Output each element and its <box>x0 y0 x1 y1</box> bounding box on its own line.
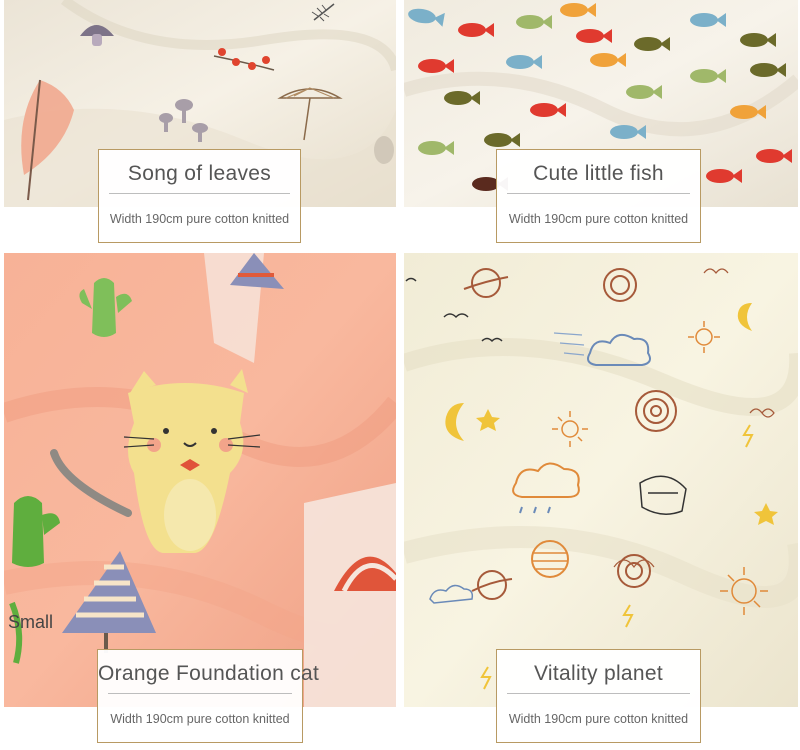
divider <box>108 693 292 694</box>
caption-card-cute-little-fish: Cute little fish Width 190cm pure cotton… <box>496 149 701 243</box>
size-label-small: Small <box>8 612 54 632</box>
divider <box>507 693 690 694</box>
fabric-spec: Width 190cm pure cotton knitted <box>110 712 290 726</box>
fabric-spec: Width 190cm pure cotton knitted <box>508 712 689 726</box>
cat-fabric-image <box>4 253 396 707</box>
caption-card-song-of-leaves: Song of leaves Width 190cm pure cotton k… <box>98 149 301 243</box>
caption-card-orange-cat: Orange Foundation cat Width 190cm pure c… <box>97 649 320 743</box>
fabric-swatch-vitality-planet <box>404 253 798 707</box>
divider <box>109 193 290 194</box>
fabric-title: Orange Foundation cat <box>98 662 320 685</box>
caption-card-vitality-planet: Vitality planet Width 190cm pure cotton … <box>496 649 701 743</box>
fabric-title: Cute little fish <box>533 162 664 185</box>
fabric-title: Vitality planet <box>533 662 664 685</box>
fabric-spec: Width 190cm pure cotton knitted <box>109 212 290 226</box>
fabric-title: Song of leaves <box>127 162 272 185</box>
divider <box>507 193 690 194</box>
planet-fabric-image <box>404 253 798 707</box>
fabric-spec: Width 190cm pure cotton knitted <box>508 212 689 226</box>
fabric-swatch-orange-cat <box>4 253 396 707</box>
